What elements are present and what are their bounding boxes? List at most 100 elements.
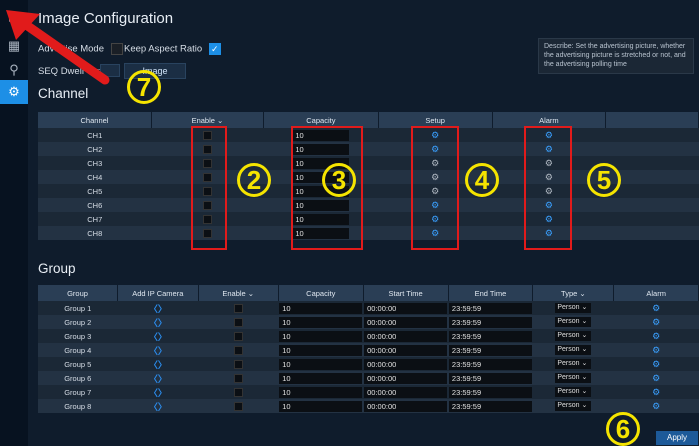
group-header-enable[interactable]: Enable ⌄ bbox=[198, 285, 279, 301]
capacity-field[interactable]: 10 bbox=[279, 400, 363, 412]
type-select[interactable]: Person ⌄ bbox=[555, 373, 592, 383]
start-time-field[interactable]: 00:00:00 bbox=[364, 358, 448, 370]
table-row: CH2 10 ⚙ ⚙ bbox=[38, 142, 699, 156]
keep-aspect-label: Keep Aspect Ratio bbox=[124, 43, 203, 55]
type-select[interactable]: Person ⌄ bbox=[555, 345, 592, 355]
callout-badge: 5 bbox=[587, 163, 621, 197]
capacity-field[interactable]: 10 bbox=[279, 372, 363, 384]
table-row: Group 4 〈〉 10 00:00:00 23:59:59 Person ⌄ ⚙ bbox=[38, 343, 699, 357]
type-select[interactable]: Person ⌄ bbox=[555, 303, 592, 313]
type-select[interactable]: Person ⌄ bbox=[555, 317, 592, 327]
type-select[interactable]: Person ⌄ bbox=[555, 359, 592, 369]
table-row: CH1 10 ⚙ ⚙ bbox=[38, 128, 699, 142]
group-header-start-time: Start Time bbox=[363, 285, 449, 301]
enable-checkbox[interactable] bbox=[233, 401, 243, 411]
group-table: Group Add IP Camera Enable ⌄ Capacity St… bbox=[38, 285, 699, 413]
alarm-gear-icon[interactable]: ⚙ bbox=[652, 345, 660, 355]
end-time-field[interactable]: 23:59:59 bbox=[448, 372, 532, 384]
setup-highlight-box bbox=[411, 126, 459, 250]
add-camera-icon[interactable]: 〈〉 bbox=[149, 360, 167, 370]
capacity-field[interactable]: 10 bbox=[279, 358, 363, 370]
start-time-field[interactable]: 00:00:00 bbox=[364, 386, 448, 398]
table-row: Group 2 〈〉 10 00:00:00 23:59:59 Person ⌄ ⚙ bbox=[38, 315, 699, 329]
group-header-add-camera: Add IP Camera bbox=[117, 285, 199, 301]
start-time-field[interactable]: 00:00:00 bbox=[364, 302, 448, 314]
enable-checkbox[interactable] bbox=[233, 345, 243, 355]
end-time-field[interactable]: 23:59:59 bbox=[448, 400, 532, 412]
group-header-capacity: Capacity bbox=[278, 285, 364, 301]
start-time-field[interactable]: 00:00:00 bbox=[364, 400, 448, 412]
enable-checkbox[interactable] bbox=[233, 359, 243, 369]
add-camera-icon[interactable]: 〈〉 bbox=[149, 318, 167, 328]
alarm-gear-icon[interactable]: ⚙ bbox=[652, 317, 660, 327]
capacity-field[interactable]: 10 bbox=[279, 330, 363, 342]
alarm-highlight-box bbox=[524, 126, 572, 250]
add-camera-icon[interactable]: 〈〉 bbox=[149, 346, 167, 356]
capacity-field[interactable]: 10 bbox=[279, 344, 363, 356]
end-time-field[interactable]: 23:59:59 bbox=[448, 302, 532, 314]
callout-badge: 6 bbox=[606, 412, 640, 446]
main-panel: Image Configuration Advertise Mode Keep … bbox=[28, 0, 699, 446]
group-name: Group 7 bbox=[38, 385, 118, 399]
group-name: Group 8 bbox=[38, 399, 118, 413]
channel-header-extra bbox=[605, 112, 699, 128]
enable-checkbox[interactable] bbox=[233, 387, 243, 397]
table-row: Group 3 〈〉 10 00:00:00 23:59:59 Person ⌄ ⚙ bbox=[38, 329, 699, 343]
type-select[interactable]: Person ⌄ bbox=[555, 331, 592, 341]
apply-button[interactable]: Apply bbox=[656, 431, 698, 445]
enable-checkbox[interactable] bbox=[233, 373, 243, 383]
table-row: CH8 10 ⚙ ⚙ bbox=[38, 226, 699, 240]
table-row: CH6 10 ⚙ ⚙ bbox=[38, 198, 699, 212]
channel-name: CH1 bbox=[38, 128, 152, 142]
callout-badge: 3 bbox=[322, 163, 356, 197]
channel-name: CH7 bbox=[38, 212, 152, 226]
channel-name: CH6 bbox=[38, 198, 152, 212]
add-camera-icon[interactable]: 〈〉 bbox=[149, 374, 167, 384]
group-header-end-time: End Time bbox=[448, 285, 534, 301]
alarm-gear-icon[interactable]: ⚙ bbox=[652, 387, 660, 397]
add-camera-icon[interactable]: 〈〉 bbox=[149, 402, 167, 412]
end-time-field[interactable]: 23:59:59 bbox=[448, 386, 532, 398]
description-box: Describe: Set the advertising picture, w… bbox=[538, 38, 694, 74]
add-camera-icon[interactable]: 〈〉 bbox=[149, 388, 167, 398]
enable-checkbox[interactable] bbox=[233, 317, 243, 327]
keep-aspect-option: Keep Aspect Ratio ✓ bbox=[124, 43, 221, 55]
end-time-field[interactable]: 23:59:59 bbox=[448, 330, 532, 342]
group-name: Group 3 bbox=[38, 329, 118, 343]
group-header-group: Group bbox=[38, 285, 119, 301]
start-time-field[interactable]: 00:00:00 bbox=[364, 372, 448, 384]
end-time-field[interactable]: 23:59:59 bbox=[448, 358, 532, 370]
alarm-gear-icon[interactable]: ⚙ bbox=[652, 303, 660, 313]
type-select[interactable]: Person ⌄ bbox=[555, 401, 592, 411]
alarm-gear-icon[interactable]: ⚙ bbox=[652, 359, 660, 369]
alarm-gear-icon[interactable]: ⚙ bbox=[652, 373, 660, 383]
keep-aspect-checkbox[interactable]: ✓ bbox=[208, 43, 221, 55]
start-time-field[interactable]: 00:00:00 bbox=[364, 344, 448, 356]
group-header-alarm: Alarm bbox=[613, 285, 699, 301]
enable-checkbox[interactable] bbox=[233, 303, 243, 313]
add-camera-icon[interactable]: 〈〉 bbox=[149, 332, 167, 342]
red-arrow-icon bbox=[6, 10, 110, 85]
end-time-field[interactable]: 23:59:59 bbox=[448, 316, 532, 328]
channel-name: CH4 bbox=[38, 170, 152, 184]
group-header-type[interactable]: Type ⌄ bbox=[532, 285, 615, 301]
type-select[interactable]: Person ⌄ bbox=[555, 387, 592, 397]
enable-highlight-box bbox=[191, 126, 227, 250]
alarm-gear-icon[interactable]: ⚙ bbox=[652, 331, 660, 341]
capacity-field[interactable]: 10 bbox=[279, 316, 363, 328]
group-name: Group 5 bbox=[38, 357, 118, 371]
channel-name: CH8 bbox=[38, 226, 152, 240]
alarm-gear-icon[interactable]: ⚙ bbox=[652, 401, 660, 411]
start-time-field[interactable]: 00:00:00 bbox=[364, 330, 448, 342]
add-camera-icon[interactable]: 〈〉 bbox=[149, 304, 167, 314]
capacity-field[interactable]: 10 bbox=[279, 302, 363, 314]
group-name: Group 4 bbox=[38, 343, 118, 357]
group-name: Group 2 bbox=[38, 315, 118, 329]
capacity-field[interactable]: 10 bbox=[279, 386, 363, 398]
enable-checkbox[interactable] bbox=[233, 331, 243, 341]
table-row: Group 8 〈〉 10 00:00:00 23:59:59 Person ⌄ ⚙ bbox=[38, 399, 699, 413]
chevron-down-icon: ⌄ bbox=[579, 288, 586, 298]
channel-name: CH5 bbox=[38, 184, 152, 198]
end-time-field[interactable]: 23:59:59 bbox=[448, 344, 532, 356]
start-time-field[interactable]: 00:00:00 bbox=[364, 316, 448, 328]
